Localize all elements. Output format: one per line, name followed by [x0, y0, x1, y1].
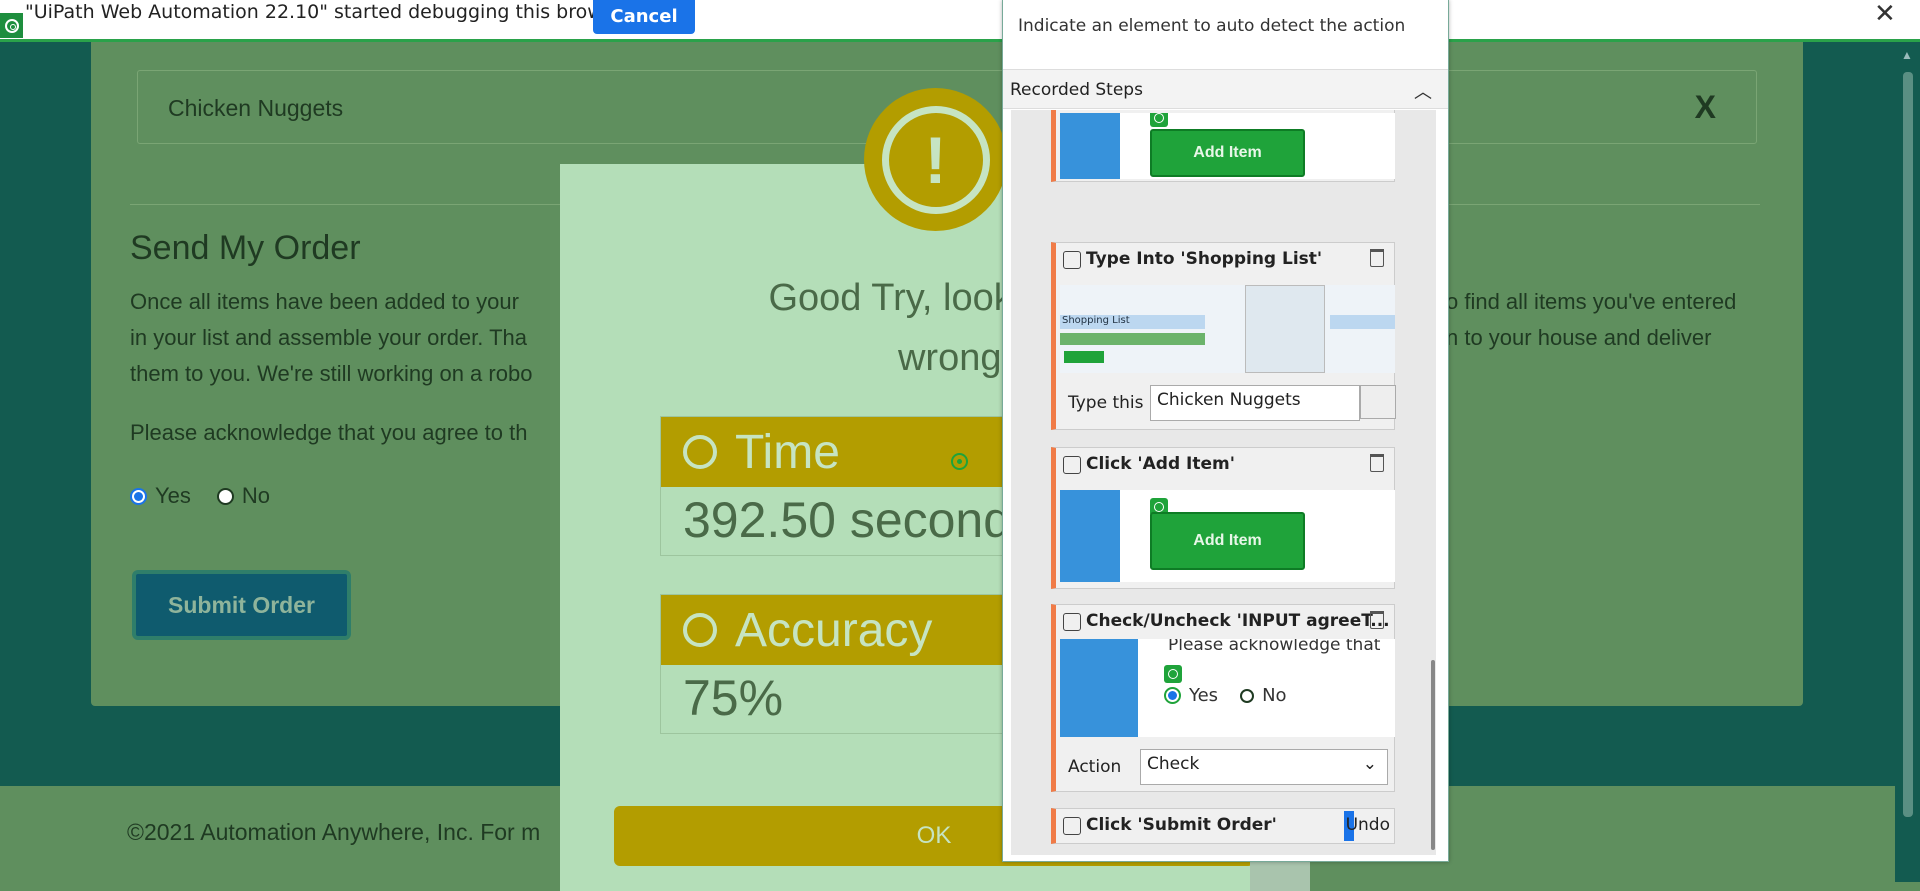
- yes-label: Yes: [155, 483, 191, 508]
- debug-message: "UiPath Web Automation 22.10" started de…: [25, 1, 633, 23]
- step-card[interactable]: Check/Uncheck 'INPUT agreeT... Please ac…: [1051, 604, 1395, 792]
- accuracy-label: Accuracy: [735, 603, 933, 657]
- uipath-logo-icon: [0, 13, 23, 38]
- time-value: 392.50 second: [683, 492, 1012, 548]
- uipath-target-icon: [1164, 665, 1182, 683]
- scroll-up-icon[interactable]: ▲: [1901, 48, 1913, 62]
- type-into-icon: [1063, 251, 1081, 269]
- thumb-shopping-list: Shopping List: [1060, 315, 1205, 329]
- type-this-label: Type this: [1068, 393, 1144, 413]
- action-select[interactable]: Check ⌄: [1140, 749, 1388, 785]
- trash-icon[interactable]: [1370, 249, 1384, 267]
- thumb-yes-radio: [1164, 687, 1181, 704]
- clock-icon: [683, 435, 717, 469]
- submit-order-button[interactable]: Submit Order: [132, 570, 351, 640]
- page-scroll-thumb[interactable]: [1903, 72, 1913, 817]
- step-title: Click 'Add Item': [1086, 454, 1235, 474]
- paragraph-line: o find all items you've entered: [1446, 289, 1737, 314]
- step-title: Click 'Submit Order': [1086, 815, 1277, 835]
- target-crosshair-icon: [951, 453, 968, 470]
- thumb-blue: [1060, 639, 1138, 737]
- remove-item-button[interactable]: X: [1695, 89, 1716, 126]
- paragraph-line: Once all items have been added to your: [130, 289, 519, 314]
- action-label: Action: [1068, 757, 1122, 777]
- undo-button[interactable]: Undo: [1346, 815, 1390, 835]
- step-card[interactable]: Add Item: [1051, 110, 1395, 182]
- indicate-hint: Indicate an element to auto detect the a…: [1018, 16, 1406, 36]
- step-thumbnail: Please acknowledge that Yes No: [1060, 639, 1395, 737]
- thumb-blue-strip: [1330, 315, 1395, 329]
- acknowledge-text: Please acknowledge that you agree to th: [130, 420, 528, 445]
- close-icon[interactable]: ✕: [1874, 0, 1896, 29]
- order-description: Once all items have been added to your i…: [130, 284, 610, 392]
- page-scrollbar[interactable]: ▲: [1895, 42, 1920, 882]
- chevron-down-icon: ⌄: [1362, 754, 1377, 774]
- thumb-yes-label: Yes: [1189, 685, 1219, 706]
- accuracy-stat: Accuracy 75%: [660, 594, 1060, 734]
- alert-icon: !: [864, 88, 1007, 231]
- step-card[interactable]: Click 'Submit Order' Undo: [1051, 808, 1395, 844]
- cancel-button[interactable]: Cancel: [593, 0, 695, 34]
- thumb-acknowledge: Please acknowledge that: [1168, 639, 1381, 655]
- thumb-no-radio: [1240, 688, 1255, 703]
- thumb-radio-row: Yes No: [1164, 685, 1287, 706]
- trash-icon[interactable]: [1370, 454, 1384, 472]
- paragraph-line: them to you. We're still working on a ro…: [130, 361, 533, 386]
- thumb-add-item: Add Item: [1150, 512, 1305, 570]
- paragraph-line: in your list and assemble your order. Th…: [130, 325, 528, 350]
- paragraph-line: n to your house and deliver: [1446, 325, 1712, 350]
- exclamation-icon: !: [881, 105, 990, 214]
- eye-slash-icon[interactable]: [1360, 385, 1396, 419]
- trash-icon[interactable]: [1370, 611, 1384, 629]
- list-item-label: Chicken Nuggets: [168, 95, 344, 121]
- thumb-green-bar: [1060, 333, 1205, 345]
- order-description-right: o find all items you've entered n to you…: [1446, 284, 1806, 356]
- time-label: Time: [735, 425, 840, 479]
- no-radio[interactable]: [216, 487, 234, 505]
- step-card[interactable]: Click 'Add Item' Add Item: [1051, 447, 1395, 589]
- step-title: Type Into 'Shopping List': [1086, 249, 1323, 269]
- thumb-add-mini: [1064, 351, 1104, 363]
- chevron-up-icon[interactable]: ︿: [1414, 78, 1432, 104]
- time-stat: Time 392.50 second: [660, 416, 1060, 556]
- click-icon: [1063, 456, 1081, 474]
- step-thumbnail: Add Item: [1060, 113, 1395, 179]
- type-this-input[interactable]: Chicken Nuggets: [1150, 385, 1360, 421]
- thumb-add-item: Add Item: [1150, 129, 1305, 177]
- accuracy-stat-header: Accuracy: [661, 595, 1059, 665]
- step-title: Check/Uncheck 'INPUT agreeT...: [1086, 611, 1390, 631]
- recorder-panel: Indicate an element to auto detect the a…: [1002, 0, 1449, 862]
- yes-radio[interactable]: [130, 487, 147, 505]
- thumb-no-label: No: [1262, 685, 1287, 706]
- thumb-blue: [1060, 490, 1120, 582]
- uipath-target-icon: [1150, 113, 1168, 127]
- step-card[interactable]: Type Into 'Shopping List' Shopping List …: [1051, 242, 1396, 430]
- recorded-steps-title: Recorded Steps: [1010, 80, 1143, 100]
- thumb-mini-page: [1245, 285, 1325, 373]
- thumb-blue: [1060, 113, 1120, 179]
- recorded-steps-header[interactable]: Recorded Steps ︿: [1003, 69, 1448, 109]
- footer-text: ©2021 Automation Anywhere, Inc. For m: [127, 819, 541, 845]
- steps-scrollbar[interactable]: [1431, 660, 1435, 850]
- step-thumbnail: Shopping List: [1060, 285, 1395, 373]
- debug-bar: "UiPath Web Automation 22.10" started de…: [0, 0, 1920, 42]
- page-edge: [1250, 860, 1310, 891]
- gauge-icon: [683, 613, 717, 647]
- click-icon: [1063, 817, 1081, 835]
- steps-list: Add Item Type Into 'Shopping List' Shopp…: [1011, 110, 1436, 855]
- section-title: Send My Order: [130, 229, 361, 267]
- accuracy-value: 75%: [683, 670, 784, 726]
- no-label: No: [241, 483, 271, 508]
- agree-radio-group: Yes No: [130, 483, 270, 509]
- step-thumbnail: Add Item: [1060, 490, 1395, 582]
- time-stat-header: Time: [661, 417, 1059, 487]
- checkbox-icon: [1063, 613, 1081, 631]
- action-select-value: Check: [1147, 754, 1200, 774]
